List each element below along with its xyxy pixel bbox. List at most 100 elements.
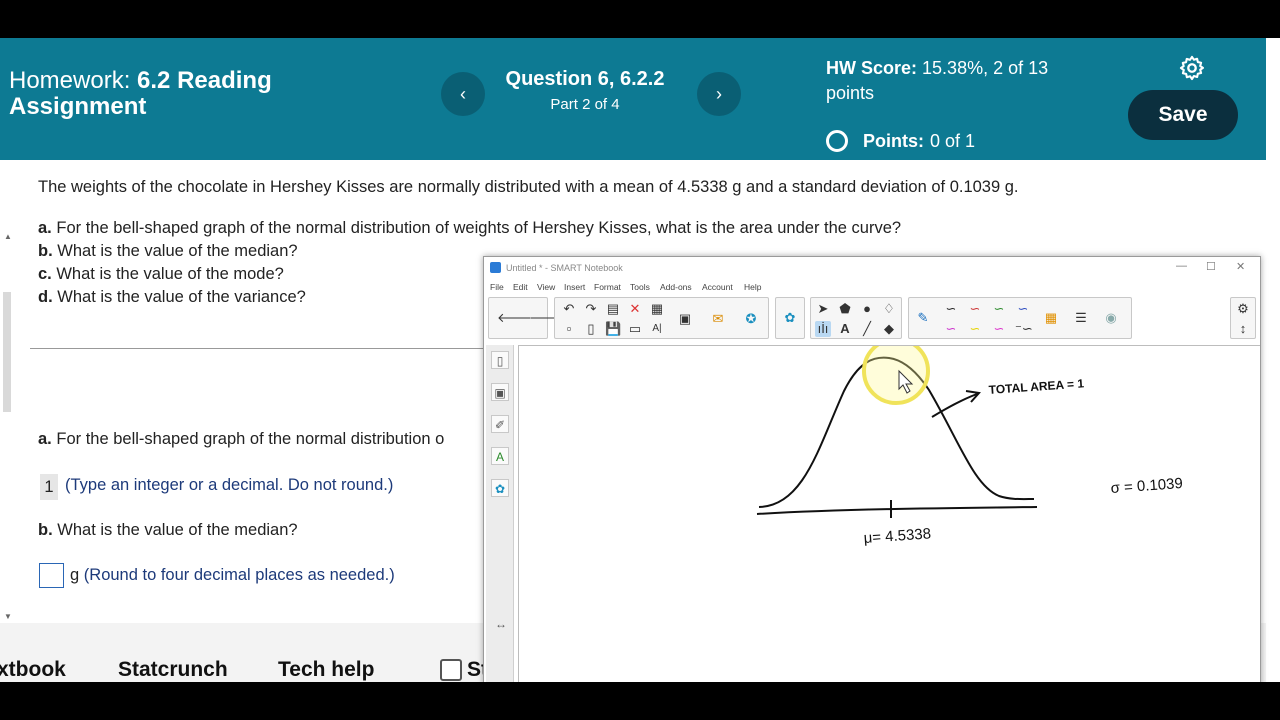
- bottom-checkbox[interactable]: [440, 659, 462, 681]
- table-icon[interactable]: ▦: [649, 301, 665, 317]
- display-icon[interactable]: ▣: [677, 311, 693, 327]
- question-part-d: d. What is the value of the variance?: [38, 288, 306, 306]
- forward-arrow-icon[interactable]: 🡒: [529, 310, 564, 326]
- pen-red-icon[interactable]: ∽: [967, 301, 983, 317]
- text-recognition-icon[interactable]: A|: [649, 321, 665, 337]
- tech-help-link[interactable]: Tech help: [278, 658, 374, 682]
- cursor-highlight: [862, 337, 930, 405]
- minimize-icon[interactable]: —: [1176, 260, 1187, 272]
- pen-dashed-icon[interactable]: ⁻∽: [1015, 321, 1033, 337]
- pen-blue-icon[interactable]: ∽: [1015, 301, 1031, 317]
- close-icon[interactable]: ✕: [1236, 260, 1245, 273]
- menu-tools[interactable]: Tools: [630, 282, 650, 292]
- back-arrow-icon[interactable]: 🡐: [497, 310, 532, 326]
- annotation-mu: μ= 4.5338: [863, 525, 931, 547]
- text-tool-icon[interactable]: A: [837, 321, 853, 337]
- question-part-a: a. For the bell-shaped graph of the norm…: [38, 219, 902, 237]
- vertical-scrollbar[interactable]: [3, 292, 11, 412]
- settings-tool-group: ⚙ ↕: [1230, 297, 1256, 339]
- drawn-axis-line: [756, 506, 1038, 515]
- chevron-right-icon: ›: [716, 83, 722, 104]
- document-camera-icon[interactable]: ✪: [743, 311, 759, 327]
- addons-icon[interactable]: ✿: [491, 479, 509, 497]
- menu-format[interactable]: Format: [594, 282, 621, 292]
- notebook-toolbar: 🡐 🡒 ↶ ↷ ▤ ✕ ▦ ▫ ▯ 💾 ▭ A| ▣ ✉ ✪ ✿ ➤ ⬟ ● ♢…: [484, 295, 1260, 343]
- select-pointer-icon[interactable]: ➤: [815, 301, 831, 317]
- menu-help[interactable]: Help: [744, 282, 761, 292]
- navigation-tool-group: 🡐 🡒: [488, 297, 564, 339]
- question-part: Part 2 of 4: [550, 96, 620, 113]
- question-info: Question 6, 6.2.2 Part 2 of 4: [490, 68, 680, 113]
- question-part-c: c. What is the value of the mode?: [38, 265, 284, 283]
- line-tool-icon[interactable]: ╱: [859, 321, 875, 337]
- addon-tool-group: ✿: [775, 297, 805, 339]
- save-button[interactable]: Save: [1128, 90, 1238, 140]
- pen-green-icon[interactable]: ∽: [991, 301, 1007, 317]
- shapes-icon[interactable]: ⬟: [837, 301, 853, 317]
- menu-addons[interactable]: Add-ons: [660, 282, 692, 292]
- pen-style-group: ✎ ∽ ∽ ∽ ∽ ∽ ∽ ∽ ⁻∽ ▦ ☰ ◉: [908, 297, 1132, 339]
- toolbar-move-icon[interactable]: ↕: [1235, 321, 1251, 337]
- color-palette-icon[interactable]: ▦: [1043, 310, 1059, 326]
- toolbar-settings-icon[interactable]: ⚙: [1235, 301, 1251, 317]
- redo-icon[interactable]: ↷: [583, 301, 599, 317]
- homework-header: Homework: 6.2 Reading Assignment ‹ Quest…: [0, 38, 1266, 160]
- clipboard-icon[interactable]: ▤: [605, 301, 621, 317]
- puzzle-icon[interactable]: ✿: [782, 310, 798, 326]
- menu-file[interactable]: File: [490, 282, 504, 292]
- screen-shade-icon[interactable]: ▭: [627, 321, 643, 337]
- eraser-icon[interactable]: ◆: [881, 321, 897, 337]
- textbook-link[interactable]: xtbook: [0, 658, 66, 682]
- maximize-icon[interactable]: ☐: [1206, 260, 1216, 273]
- paint-bucket-icon[interactable]: ♢: [881, 301, 897, 317]
- magic-pen-icon[interactable]: ◉: [1103, 310, 1119, 326]
- question-part-b: b. What is the value of the median?: [38, 242, 298, 260]
- pen-pink-icon[interactable]: ∽: [991, 321, 1007, 337]
- sidebar-resize-icon[interactable]: ↔: [495, 617, 507, 631]
- delete-icon[interactable]: ✕: [627, 301, 643, 317]
- attachments-icon[interactable]: ✐: [491, 415, 509, 433]
- annotation-total-area: TOTAL AREA = 1: [988, 376, 1085, 397]
- gallery-icon[interactable]: ▣: [491, 383, 509, 401]
- answer-b-field[interactable]: [39, 563, 64, 588]
- menu-view[interactable]: View: [537, 282, 555, 292]
- page-sorter-icon[interactable]: ▯: [491, 351, 509, 369]
- insert-page-icon[interactable]: ▫: [561, 321, 577, 337]
- smart-notebook-window: Untitled * - SMART Notebook — ☐ ✕ File E…: [483, 256, 1261, 682]
- browser-viewport: Homework: 6.2 Reading Assignment ‹ Quest…: [0, 38, 1280, 682]
- answer-a-field[interactable]: 1: [40, 474, 58, 500]
- save-file-icon[interactable]: 💾: [605, 321, 621, 337]
- line-style-icon[interactable]: ☰: [1073, 310, 1089, 326]
- response-icon[interactable]: ✉: [710, 311, 726, 327]
- properties-icon[interactable]: A: [491, 447, 509, 465]
- fill-icon[interactable]: ●: [859, 301, 875, 317]
- question-title: Question 6, 6.2.2: [505, 68, 665, 90]
- pen-tools-icon[interactable]: ıİı: [815, 321, 831, 337]
- hw-score: HW Score: 15.38%, 2 of 13 points: [826, 56, 1106, 106]
- scroll-down-icon[interactable]: ▼: [4, 612, 12, 621]
- pen-yellow-icon[interactable]: ∽: [967, 321, 983, 337]
- menu-insert[interactable]: Insert: [564, 282, 585, 292]
- notebook-app-icon: [490, 262, 501, 273]
- delete-page-icon[interactable]: ▯: [583, 321, 599, 337]
- pen-magenta-icon[interactable]: ∽: [943, 321, 959, 337]
- screen-frame: Homework: 6.2 Reading Assignment ‹ Quest…: [0, 0, 1280, 720]
- statcrunch-link[interactable]: Statcrunch: [118, 658, 228, 682]
- notebook-title: Untitled * - SMART Notebook: [506, 263, 623, 273]
- undo-icon[interactable]: ↶: [561, 301, 577, 317]
- next-question-button[interactable]: ›: [697, 72, 741, 116]
- homework-title: Homework: 6.2 Reading Assignment: [9, 68, 339, 120]
- gear-icon[interactable]: [1178, 54, 1206, 82]
- notebook-canvas[interactable]: TOTAL AREA = 1 σ = 0.1039 μ= 4.5338: [518, 337, 1260, 682]
- scroll-up-icon[interactable]: ▲: [4, 232, 12, 241]
- chevron-left-icon: ‹: [460, 83, 466, 104]
- pen-black-icon[interactable]: ∽: [943, 301, 959, 317]
- pencil-icon[interactable]: ✎: [915, 310, 931, 326]
- answer-b-unit: g: [70, 566, 80, 584]
- homework-prefix: Homework:: [9, 67, 131, 94]
- menu-account[interactable]: Account: [702, 282, 733, 292]
- answer-b-hint: g (Round to four decimal places as neede…: [70, 566, 395, 584]
- annotation-sigma: σ = 0.1039: [1110, 475, 1183, 497]
- menu-edit[interactable]: Edit: [513, 282, 528, 292]
- previous-question-button[interactable]: ‹: [441, 72, 485, 116]
